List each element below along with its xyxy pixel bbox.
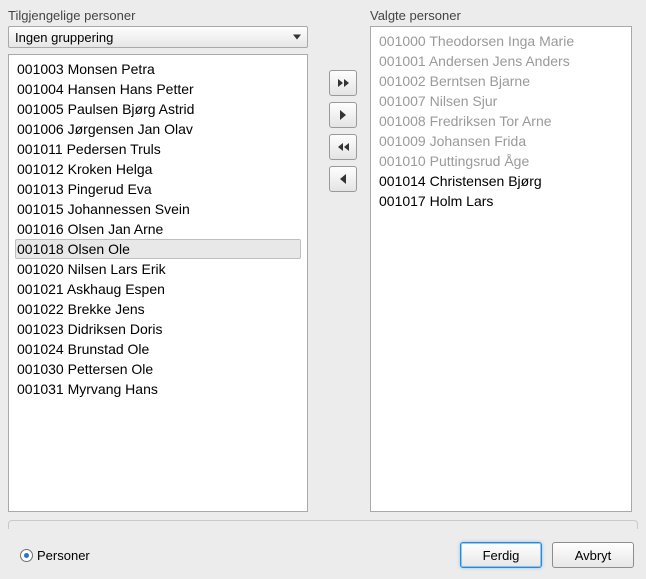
grouping-value: Ingen gruppering xyxy=(15,30,113,45)
list-item[interactable]: 001016 Olsen Jan Arne xyxy=(15,219,301,239)
left-icon xyxy=(340,174,346,184)
remove-all-button[interactable] xyxy=(329,134,357,160)
list-item[interactable]: 001005 Paulsen Bjørg Astrid xyxy=(15,99,301,119)
footer-separator xyxy=(8,520,638,530)
list-item[interactable]: 001031 Myrvang Hans xyxy=(15,379,301,399)
transfer-buttons xyxy=(326,70,360,192)
list-item[interactable]: 001001 Andersen Jens Anders xyxy=(377,51,625,71)
finish-label: Ferdig xyxy=(483,548,520,563)
right-icon xyxy=(340,110,346,120)
list-item[interactable]: 001011 Pedersen Truls xyxy=(15,139,301,159)
cancel-label: Avbryt xyxy=(575,548,612,563)
list-item[interactable]: 001006 Jørgensen Jan Olav xyxy=(15,119,301,139)
list-item[interactable]: 001009 Johansen Frida xyxy=(377,131,625,151)
list-item[interactable]: 001007 Nilsen Sjur xyxy=(377,91,625,111)
list-item[interactable]: 001014 Christensen Bjørg xyxy=(377,171,625,191)
list-item[interactable]: 001021 Askhaug Espen xyxy=(15,279,301,299)
footer-buttons: Ferdig Avbryt xyxy=(460,542,634,568)
dialog-root: Tilgjengelige personer Ingen gruppering … xyxy=(0,0,646,579)
list-item[interactable]: 001018 Olsen Ole xyxy=(15,239,301,259)
available-listbox[interactable]: 001003 Monsen Petra001004 Hansen Hans Pe… xyxy=(8,54,308,512)
grouping-combo[interactable]: Ingen gruppering xyxy=(8,26,308,48)
list-item[interactable]: 001023 Didriksen Doris xyxy=(15,319,301,339)
radio-icon xyxy=(20,549,33,562)
selected-listbox[interactable]: 001000 Theodorsen Inga Marie001001 Ander… xyxy=(370,26,632,512)
footer: Personer Ferdig Avbryt xyxy=(8,537,638,573)
double-left-icon xyxy=(338,143,349,151)
list-item[interactable]: 001000 Theodorsen Inga Marie xyxy=(377,31,625,51)
list-item[interactable]: 001030 Pettersen Ole xyxy=(15,359,301,379)
list-item[interactable]: 001003 Monsen Petra xyxy=(15,59,301,79)
list-item[interactable]: 001022 Brekke Jens xyxy=(15,299,301,319)
list-item[interactable]: 001012 Kroken Helga xyxy=(15,159,301,179)
list-item[interactable]: 001017 Holm Lars xyxy=(377,191,625,211)
double-right-icon xyxy=(338,79,349,87)
list-item[interactable]: 001024 Brunstad Ole xyxy=(15,339,301,359)
add-all-button[interactable] xyxy=(329,70,357,96)
list-item[interactable]: 001004 Hansen Hans Petter xyxy=(15,79,301,99)
list-item[interactable]: 001002 Berntsen Bjarne xyxy=(377,71,625,91)
chevron-down-icon xyxy=(293,35,301,40)
cancel-button[interactable]: Avbryt xyxy=(552,542,634,568)
add-button[interactable] xyxy=(329,102,357,128)
list-item[interactable]: 001020 Nilsen Lars Erik xyxy=(15,259,301,279)
list-item[interactable]: 001008 Fredriksen Tor Arne xyxy=(377,111,625,131)
list-item[interactable]: 001013 Pingerud Eva xyxy=(15,179,301,199)
available-column: Tilgjengelige personer Ingen gruppering … xyxy=(8,8,308,512)
finish-button[interactable]: Ferdig xyxy=(460,542,542,568)
remove-button[interactable] xyxy=(329,166,357,192)
selected-column: Valgte personer 001000 Theodorsen Inga M… xyxy=(370,8,632,512)
available-label: Tilgjengelige personer xyxy=(8,8,308,23)
radio-label: Personer xyxy=(37,548,90,563)
personer-radio[interactable]: Personer xyxy=(20,548,90,563)
selected-label: Valgte personer xyxy=(370,8,632,23)
list-item[interactable]: 001015 Johannessen Svein xyxy=(15,199,301,219)
list-item[interactable]: 001010 Puttingsrud Åge xyxy=(377,151,625,171)
